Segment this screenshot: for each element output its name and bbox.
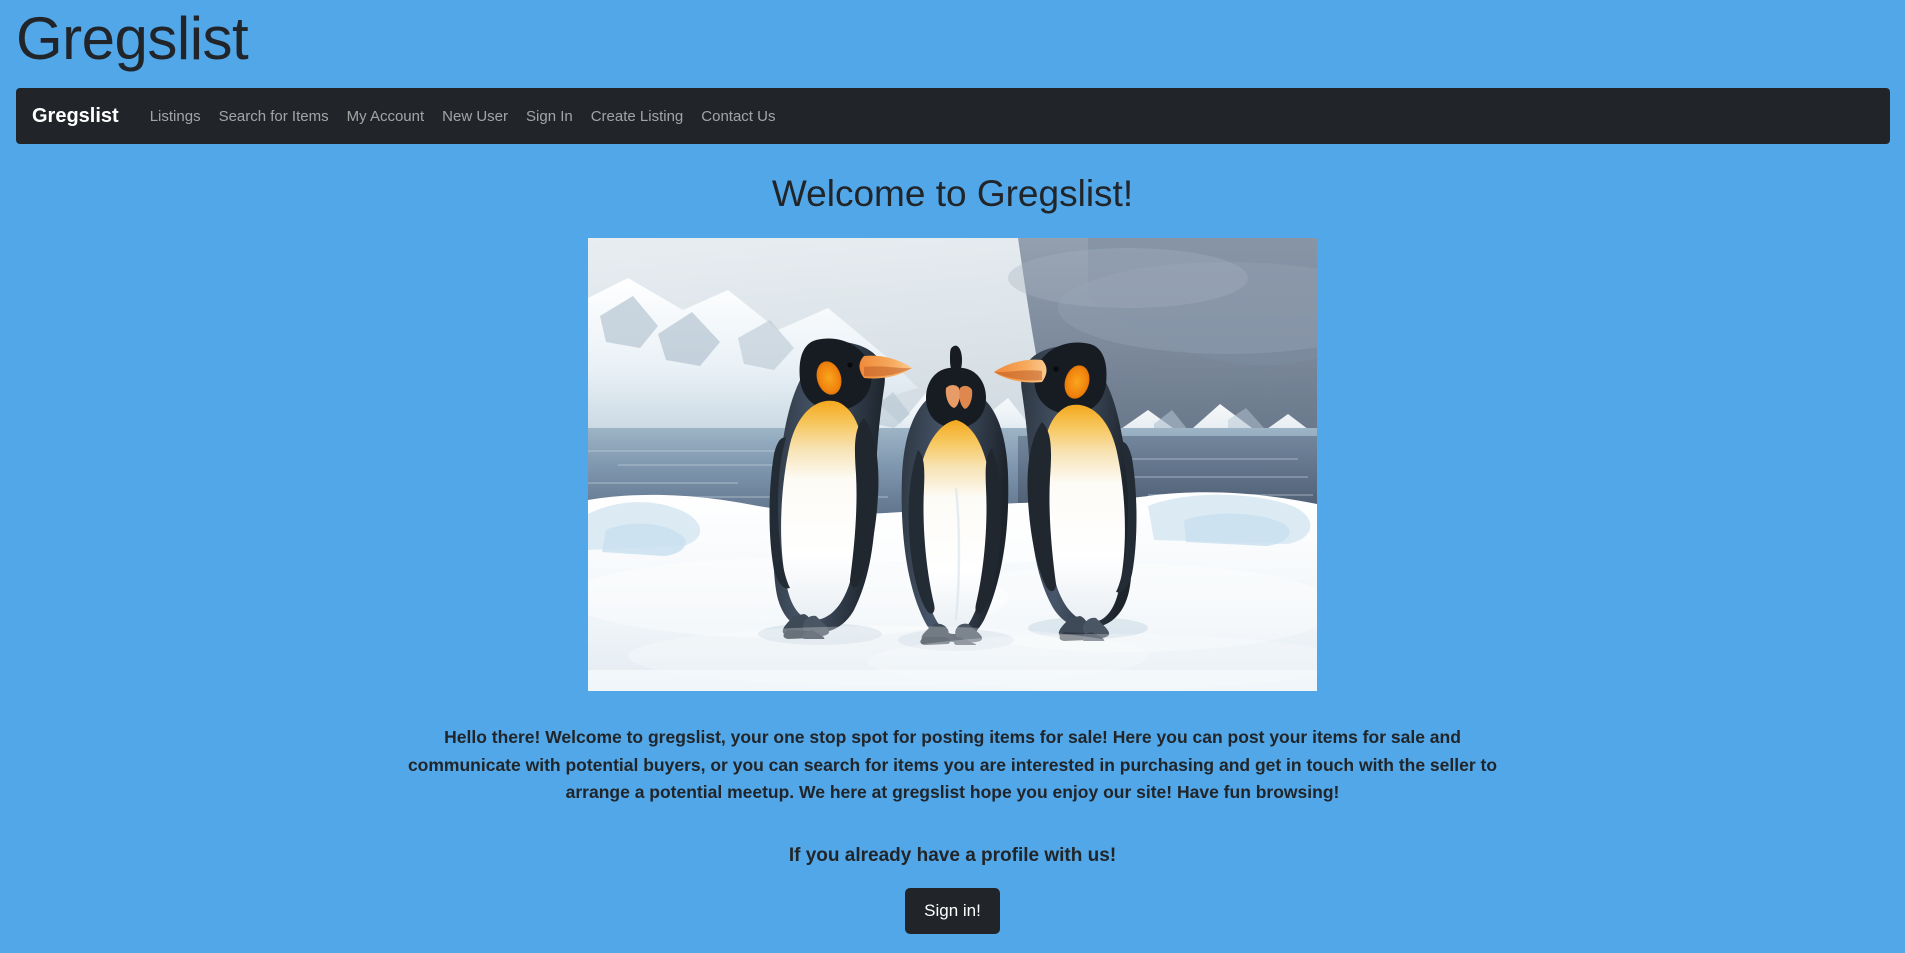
nav-link-my-account[interactable]: My Account <box>338 101 434 132</box>
navbar-links: Listings Search for Items My Account New… <box>141 101 785 132</box>
nav-link-search-for-items[interactable]: Search for Items <box>210 101 338 132</box>
nav-item-sign-in: Sign In <box>517 101 582 132</box>
intro-block: Hello there! Welcome to gregslist, your … <box>388 724 1518 805</box>
nav-link-listings[interactable]: Listings <box>141 101 210 132</box>
nav-item-my-account: My Account <box>338 101 434 132</box>
sign-in-button[interactable]: Sign in! <box>905 888 1000 934</box>
nav-link-contact-us[interactable]: Contact Us <box>692 101 784 132</box>
intro-paragraph: Hello there! Welcome to gregslist, your … <box>407 727 1498 802</box>
nav-link-new-user[interactable]: New User <box>433 101 517 132</box>
nav-link-create-listing[interactable]: Create Listing <box>582 101 693 132</box>
page-title: Gregslist <box>16 5 249 72</box>
main-navbar: Gregslist Listings Search for Items My A… <box>16 88 1890 144</box>
navbar-brand[interactable]: Gregslist <box>32 105 119 128</box>
nav-item-create-listing: Create Listing <box>582 101 693 132</box>
signin-prompt: If you already have a profile with us! <box>788 844 1117 866</box>
nav-item-listings: Listings <box>141 101 210 132</box>
hero-penguin-image <box>588 238 1317 692</box>
nav-item-new-user: New User <box>433 101 517 132</box>
main-content: Welcome to Gregslist! Hello there! Welco… <box>0 144 1905 934</box>
nav-link-sign-in[interactable]: Sign In <box>517 101 582 132</box>
nav-item-contact-us: Contact Us <box>692 101 784 132</box>
welcome-heading: Welcome to Gregslist! <box>771 173 1134 214</box>
nav-item-search-for-items: Search for Items <box>210 101 338 132</box>
